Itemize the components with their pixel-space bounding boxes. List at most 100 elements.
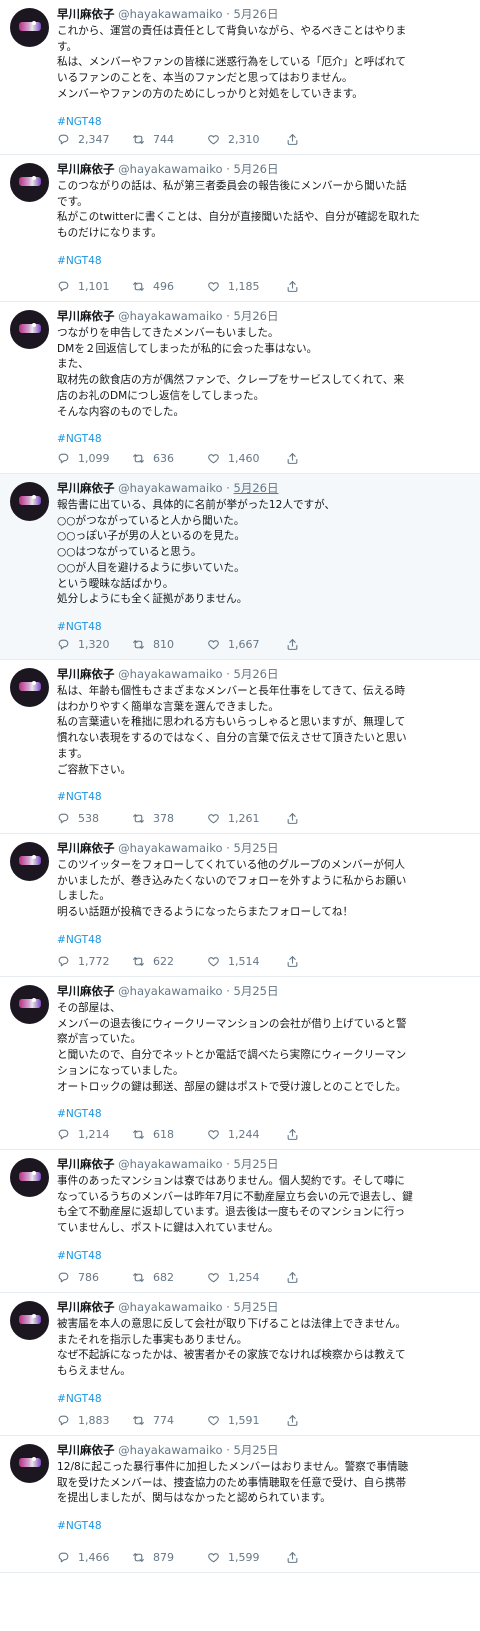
tweet-date[interactable]: 5月26日 — [234, 7, 279, 21]
share-button[interactable] — [286, 954, 307, 970]
tweet-date[interactable]: 5月25日 — [234, 841, 279, 855]
retweet-button[interactable]: 622 — [132, 954, 174, 970]
hashtag-link[interactable]: #NGT48 — [57, 432, 475, 447]
hashtag-link[interactable]: #NGT48 — [57, 1107, 475, 1122]
share-button[interactable] — [286, 811, 307, 827]
retweet-button[interactable]: 810 — [132, 637, 174, 653]
avatar[interactable] — [10, 8, 49, 47]
tweet[interactable]: 早川麻依子 @hayakawamaiko · 5月26日 私は、年齢も個性もさま… — [0, 660, 480, 834]
tweet[interactable]: 早川麻依子 @hayakawamaiko · 5月26日 報告書に出ている、具体… — [0, 474, 480, 660]
like-button[interactable]: 1,667 — [207, 637, 260, 653]
reply-button[interactable]: 1,099 — [57, 451, 110, 467]
avatar[interactable] — [10, 1158, 49, 1197]
author-handle[interactable]: @hayakawamaiko — [118, 667, 222, 681]
tweet[interactable]: 早川麻依子 @hayakawamaiko · 5月26日 このつながりの話は、私… — [0, 155, 480, 302]
like-button[interactable]: 1,514 — [207, 954, 260, 970]
reply-button[interactable]: 1,320 — [57, 637, 110, 653]
author-name[interactable]: 早川麻依子 — [57, 667, 115, 681]
author-name[interactable]: 早川麻依子 — [57, 7, 115, 21]
author-handle[interactable]: @hayakawamaiko — [118, 162, 222, 176]
like-button[interactable]: 1,591 — [207, 1413, 260, 1429]
share-button[interactable] — [286, 451, 307, 467]
tweet-date[interactable]: 5月25日 — [234, 1443, 279, 1457]
hashtag-link[interactable]: #NGT48 — [57, 1392, 475, 1407]
share-button[interactable] — [286, 1413, 307, 1429]
hashtag-link[interactable]: #NGT48 — [57, 1249, 475, 1264]
tweet[interactable]: 早川麻依子 @hayakawamaiko · 5月25日 その部屋は、 メンバーの… — [0, 977, 480, 1150]
tweet-date[interactable]: 5月26日 — [234, 162, 279, 176]
reply-button[interactable]: 786 — [57, 1270, 99, 1286]
author-handle[interactable]: @hayakawamaiko — [118, 841, 222, 855]
author-name[interactable]: 早川麻依子 — [57, 309, 115, 323]
retweet-button[interactable]: 378 — [132, 811, 174, 827]
author-name[interactable]: 早川麻依子 — [57, 841, 115, 855]
avatar[interactable] — [10, 985, 49, 1024]
retweet-button[interactable]: 496 — [132, 279, 174, 295]
hashtag-link[interactable]: #NGT48 — [57, 1519, 475, 1534]
tweet-date[interactable]: 5月26日 — [234, 667, 279, 681]
tweet-date[interactable]: 5月26日 — [234, 309, 279, 323]
reply-button[interactable]: 538 — [57, 811, 99, 827]
hashtag-link[interactable]: #NGT48 — [57, 790, 475, 805]
retweet-button[interactable]: 682 — [132, 1270, 174, 1286]
author-handle[interactable]: @hayakawamaiko — [118, 1300, 222, 1314]
author-name[interactable]: 早川麻依子 — [57, 481, 115, 495]
reply-button[interactable]: 1,214 — [57, 1127, 110, 1143]
like-button[interactable]: 1,254 — [207, 1270, 260, 1286]
avatar[interactable] — [10, 1301, 49, 1340]
author-name[interactable]: 早川麻依子 — [57, 162, 115, 176]
share-button[interactable] — [286, 132, 307, 148]
hashtag-link[interactable]: #NGT48 — [57, 254, 475, 269]
avatar[interactable] — [10, 668, 49, 707]
retweet-button[interactable]: 618 — [132, 1127, 174, 1143]
author-name[interactable]: 早川麻依子 — [57, 1157, 115, 1171]
author-name[interactable]: 早川麻依子 — [57, 1443, 115, 1457]
reply-button[interactable]: 1,883 — [57, 1413, 110, 1429]
tweet[interactable]: 早川麻依子 @hayakawamaiko · 5月25日 12/8に起こった暴行… — [0, 1436, 480, 1573]
tweet[interactable]: 早川麻依子 @hayakawamaiko · 5月25日 被害届を本人の意思に反… — [0, 1293, 480, 1436]
reply-button[interactable]: 1,466 — [57, 1550, 110, 1566]
author-handle[interactable]: @hayakawamaiko — [118, 1157, 222, 1171]
author-handle[interactable]: @hayakawamaiko — [118, 7, 222, 21]
hashtag-link[interactable]: #NGT48 — [57, 933, 475, 948]
share-button[interactable] — [286, 1127, 307, 1143]
retweet-button[interactable]: 744 — [132, 132, 174, 148]
tweet-date[interactable]: 5月25日 — [234, 1300, 279, 1314]
reply-button[interactable]: 1,101 — [57, 279, 110, 295]
avatar[interactable] — [10, 1444, 49, 1483]
share-button[interactable] — [286, 1270, 307, 1286]
author-handle[interactable]: @hayakawamaiko — [118, 309, 222, 323]
share-button[interactable] — [286, 279, 307, 295]
reply-button[interactable]: 1,772 — [57, 954, 110, 970]
retweet-button[interactable]: 879 — [132, 1550, 174, 1566]
avatar[interactable] — [10, 482, 49, 521]
hashtag-link[interactable]: #NGT48 — [57, 115, 475, 130]
like-button[interactable]: 1,599 — [207, 1550, 260, 1566]
hashtag-link[interactable]: #NGT48 — [57, 620, 475, 635]
avatar[interactable] — [10, 310, 49, 349]
tweet-date[interactable]: 5月25日 — [234, 1157, 279, 1171]
tweet-date[interactable]: 5月25日 — [234, 984, 279, 998]
share-button[interactable] — [286, 1550, 307, 1566]
like-button[interactable]: 1,244 — [207, 1127, 260, 1143]
tweet[interactable]: 早川麻依子 @hayakawamaiko · 5月25日 このツイッターをフォロ… — [0, 834, 480, 977]
retweet-button[interactable]: 636 — [132, 451, 174, 467]
like-button[interactable]: 1,185 — [207, 279, 260, 295]
author-handle[interactable]: @hayakawamaiko — [118, 481, 222, 495]
avatar[interactable] — [10, 163, 49, 202]
like-button[interactable]: 1,261 — [207, 811, 260, 827]
retweet-button[interactable]: 774 — [132, 1413, 174, 1429]
reply-button[interactable]: 2,347 — [57, 132, 110, 148]
author-name[interactable]: 早川麻依子 — [57, 1300, 115, 1314]
tweet[interactable]: 早川麻依子 @hayakawamaiko · 5月26日 つながりを申告してきた… — [0, 302, 480, 474]
tweet[interactable]: 早川麻依子 @hayakawamaiko · 5月26日 これから、運営の責任は… — [0, 0, 480, 155]
like-button[interactable]: 2,310 — [207, 132, 260, 148]
author-name[interactable]: 早川麻依子 — [57, 984, 115, 998]
author-handle[interactable]: @hayakawamaiko — [118, 1443, 222, 1457]
tweet[interactable]: 早川麻依子 @hayakawamaiko · 5月25日 事件のあったマンション… — [0, 1150, 480, 1293]
author-handle[interactable]: @hayakawamaiko — [118, 984, 222, 998]
share-button[interactable] — [286, 637, 307, 653]
like-button[interactable]: 1,460 — [207, 451, 260, 467]
tweet-date[interactable]: 5月26日 — [234, 481, 279, 495]
avatar[interactable] — [10, 842, 49, 881]
